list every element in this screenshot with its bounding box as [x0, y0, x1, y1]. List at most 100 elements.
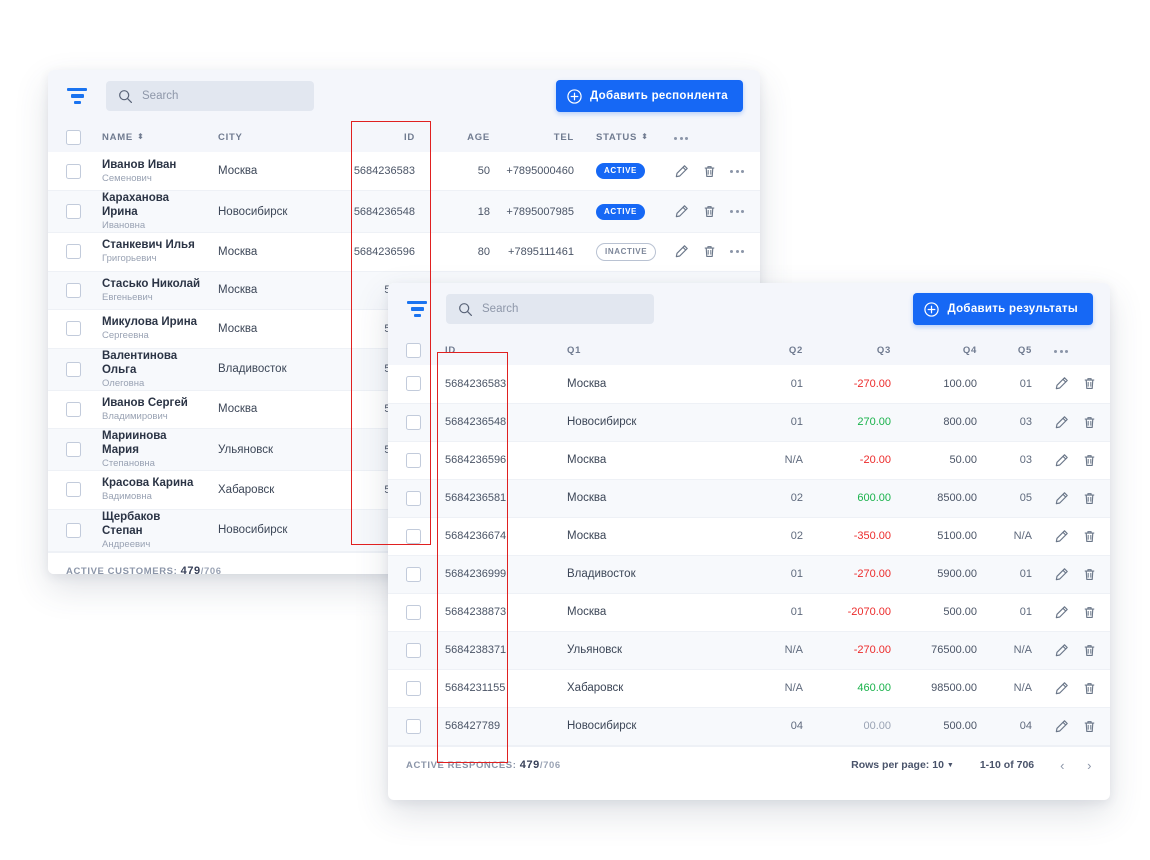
pencil-icon[interactable]	[1054, 453, 1069, 468]
trash-icon[interactable]	[1082, 376, 1097, 391]
row-checkbox[interactable]	[66, 321, 81, 337]
row-checkbox[interactable]	[406, 642, 421, 658]
pencil-icon[interactable]	[1054, 376, 1069, 391]
trash-icon[interactable]	[1082, 605, 1097, 620]
column-header-q1[interactable]: Q1	[559, 335, 733, 365]
add-results-button[interactable]: Добавить результаты	[913, 293, 1093, 325]
pencil-icon[interactable]	[1054, 567, 1069, 582]
pencil-icon[interactable]	[674, 244, 689, 259]
trash-icon[interactable]	[1082, 681, 1097, 696]
trash-icon[interactable]	[1082, 529, 1097, 544]
pencil-icon[interactable]	[1054, 605, 1069, 620]
responses-search-box[interactable]	[446, 294, 654, 324]
customers-search-box[interactable]	[106, 81, 314, 111]
table-row[interactable]: 5684236583 Москва 01 -270.00 100.00 01	[388, 365, 1110, 403]
table-row[interactable]: 5684236548 Новосибирск 01 270.00 800.00 03	[388, 403, 1110, 441]
trash-icon[interactable]	[702, 204, 717, 219]
row-checkbox[interactable]	[406, 528, 421, 544]
row-checkbox[interactable]	[406, 604, 421, 620]
responses-search-input[interactable]	[482, 303, 642, 315]
table-row[interactable]: Иванов Иван Семенович Москва 5684236583 50 +7…	[48, 152, 760, 191]
trash-icon[interactable]	[1082, 453, 1097, 468]
pencil-icon[interactable]	[1054, 681, 1069, 696]
customers-search-input[interactable]	[142, 90, 302, 102]
table-row[interactable]: 5684238371 Ульяновск N/A -270.00 76500.00 N/A	[388, 631, 1110, 669]
row-checkbox[interactable]	[66, 244, 81, 260]
pencil-icon[interactable]	[1054, 719, 1069, 734]
row-checkbox[interactable]	[66, 204, 81, 219]
row-checkbox[interactable]	[66, 282, 81, 298]
pencil-icon[interactable]	[674, 204, 689, 219]
table-row[interactable]: 5684236999 Владивосток 01 -270.00 5900.00 01	[388, 555, 1110, 593]
row-checkbox[interactable]	[406, 680, 421, 696]
row-actions	[1054, 491, 1102, 506]
cell-id: 5684236674	[445, 530, 507, 542]
column-header-q5[interactable]: Q5	[985, 335, 1040, 365]
trash-icon[interactable]	[702, 244, 717, 259]
more-horizontal-icon[interactable]	[730, 250, 744, 254]
cell-q3: -270.00	[853, 568, 891, 580]
cell-city: Москва	[218, 322, 258, 335]
trash-icon[interactable]	[1082, 719, 1097, 734]
column-header-q3[interactable]: Q3	[811, 335, 899, 365]
pencil-icon[interactable]	[1054, 491, 1069, 506]
row-checkbox[interactable]	[406, 414, 421, 430]
table-row[interactable]: 5684231155 Хабаровск N/A 460.00 98500.00 N/A	[388, 669, 1110, 707]
more-horizontal-icon[interactable]	[730, 169, 744, 173]
column-header-status[interactable]: STATUS ⬍	[582, 122, 666, 152]
column-header-q2[interactable]: Q2	[733, 335, 811, 365]
trash-icon[interactable]	[702, 164, 717, 179]
row-checkbox[interactable]	[406, 452, 421, 468]
trash-icon[interactable]	[1082, 643, 1097, 658]
column-header-q4[interactable]: Q4	[899, 335, 985, 365]
chevron-right-icon[interactable]: ›	[1087, 758, 1092, 773]
select-all-checkbox[interactable]	[66, 129, 81, 145]
row-checkbox[interactable]	[406, 376, 421, 392]
table-row[interactable]: 5684236581 Москва 02 600.00 8500.00 05	[388, 479, 1110, 517]
trash-icon[interactable]	[1082, 415, 1097, 430]
trash-icon[interactable]	[1082, 567, 1097, 582]
row-checkbox[interactable]	[66, 163, 81, 179]
trash-icon[interactable]	[1082, 491, 1097, 506]
column-header-id[interactable]: ID	[341, 122, 423, 152]
select-all-checkbox[interactable]	[406, 342, 421, 358]
chevron-left-icon[interactable]: ‹	[1060, 758, 1065, 773]
row-checkbox[interactable]	[66, 401, 81, 417]
column-header-age[interactable]: AGE	[423, 122, 498, 152]
pencil-icon[interactable]	[1054, 415, 1069, 430]
rows-per-page-selector[interactable]: Rows per page: 10 ▼	[851, 759, 954, 771]
row-select-cell	[388, 441, 437, 479]
table-row[interactable]: Караханова Ирина Ивановна Новосибирск 56842…	[48, 190, 760, 233]
pencil-icon[interactable]	[674, 164, 689, 179]
row-checkbox[interactable]	[406, 490, 421, 506]
row-checkbox[interactable]	[406, 718, 421, 734]
more-horizontal-icon[interactable]	[1054, 349, 1068, 353]
status-badge: INACTIVE	[596, 242, 657, 261]
column-header-city[interactable]: CITY	[210, 122, 341, 152]
pencil-icon[interactable]	[1054, 529, 1069, 544]
column-header-tel[interactable]: TEL	[498, 122, 582, 152]
row-checkbox[interactable]	[66, 442, 81, 457]
filter-icon[interactable]	[66, 87, 88, 105]
table-row[interactable]: 5684238873 Москва 01 -2070.00 500.00 01	[388, 593, 1110, 631]
cell-q3: 00.00	[863, 720, 891, 732]
column-header-id[interactable]: ID	[437, 335, 559, 365]
filter-icon[interactable]	[406, 300, 428, 318]
pencil-icon[interactable]	[1054, 643, 1069, 658]
column-header-name[interactable]: NAME ⬍	[94, 122, 210, 152]
table-row[interactable]: 5684236596 Москва N/A -20.00 50.00 03	[388, 441, 1110, 479]
more-horizontal-icon[interactable]	[674, 136, 688, 140]
table-row[interactable]: Станкевич Илья Григорьевич Москва 568423659…	[48, 233, 760, 271]
cell-id: 5684236581	[445, 492, 507, 504]
table-row[interactable]: 5684236674 Москва 02 -350.00 5100.00 N/A	[388, 517, 1110, 555]
more-horizontal-icon[interactable]	[730, 210, 744, 213]
row-checkbox[interactable]	[66, 361, 81, 377]
add-respondent-button[interactable]: Добавить респонлента	[556, 80, 743, 112]
row-checkbox[interactable]	[66, 482, 81, 498]
cell-name: Иванов Иван Семенович	[102, 158, 177, 184]
row-checkbox[interactable]	[406, 566, 421, 582]
column-header-actions[interactable]	[1040, 335, 1110, 365]
table-row[interactable]: 568427789 Новосибирск 04 00.00 500.00 04	[388, 707, 1110, 745]
column-header-actions[interactable]	[666, 122, 760, 152]
row-checkbox[interactable]	[66, 522, 81, 538]
